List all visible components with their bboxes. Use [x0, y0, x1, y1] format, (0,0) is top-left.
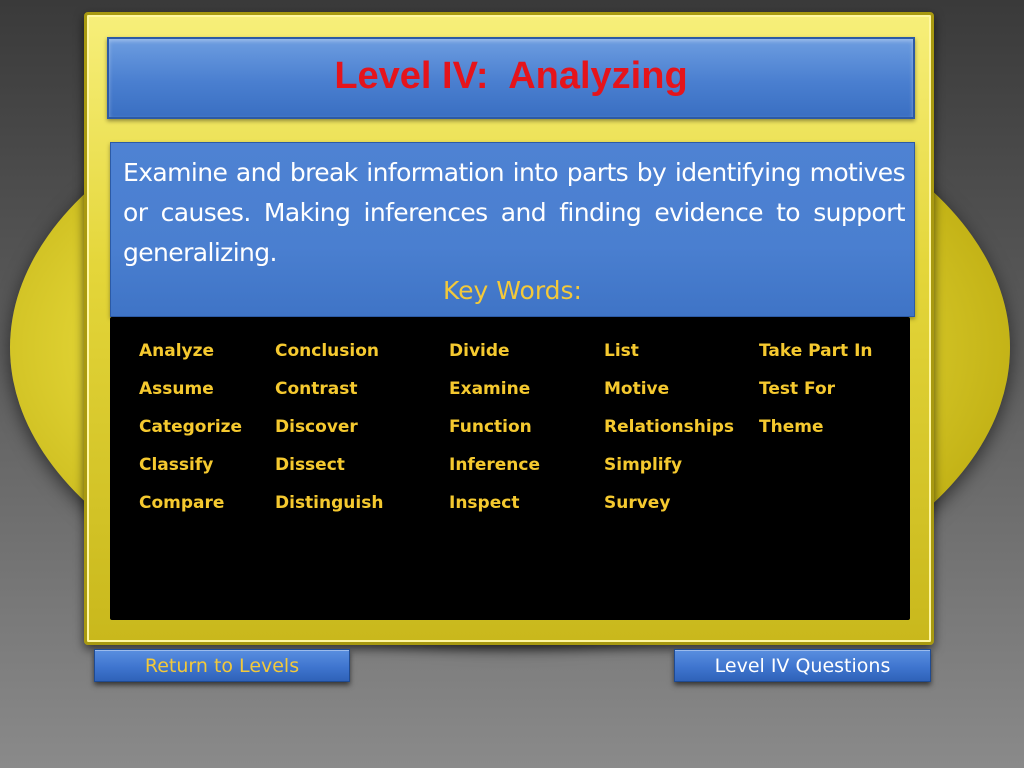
key-words-panel: Analyze Assume Categorize Classify Compa…	[110, 317, 910, 620]
key-word: Discover	[275, 417, 358, 437]
key-word: Examine	[449, 379, 531, 399]
key-word: Relationships	[604, 417, 734, 437]
key-word: Inspect	[449, 493, 520, 513]
key-words-column-1: Analyze Assume Categorize Classify Compa…	[139, 339, 242, 529]
key-word: Analyze	[139, 341, 215, 361]
key-word: List	[604, 341, 639, 361]
key-word: Theme	[759, 417, 824, 437]
key-word: Simplify	[604, 455, 683, 475]
slide-title: Level IV: Analyzing	[334, 54, 688, 97]
key-word: Compare	[139, 493, 225, 513]
key-word: Function	[449, 417, 532, 437]
key-word: Test For	[759, 379, 836, 399]
description-text: Examine and break information into parts…	[123, 158, 906, 267]
key-words-column-2: Conclusion Contrast Discover Dissect Dis…	[275, 339, 383, 529]
key-word: Inference	[449, 455, 540, 475]
key-word: Conclusion	[275, 341, 379, 361]
key-word: Survey	[604, 493, 671, 513]
key-word: Assume	[139, 379, 214, 399]
return-to-levels-button[interactable]: Return to Levels	[94, 649, 350, 682]
key-words-column-3: Divide Examine Function Inference Inspec…	[449, 339, 540, 529]
key-word: Divide	[449, 341, 510, 361]
key-word: Distinguish	[275, 493, 384, 513]
title-panel: Level IV: Analyzing	[107, 37, 915, 119]
key-word: Contrast	[275, 379, 358, 399]
description-panel: Examine and break information into parts…	[110, 142, 915, 317]
key-word: Classify	[139, 455, 214, 475]
level-iv-questions-button[interactable]: Level IV Questions	[674, 649, 931, 682]
key-words-column-5: Take Part In Test For Theme	[759, 339, 873, 453]
key-words-heading: Key Words:	[443, 276, 582, 305]
key-words-column-4: List Motive Relationships Simplify Surve…	[604, 339, 734, 529]
key-word: Categorize	[139, 417, 243, 437]
key-word: Motive	[604, 379, 670, 399]
key-word: Take Part In	[759, 341, 873, 361]
key-word: Dissect	[275, 455, 345, 475]
